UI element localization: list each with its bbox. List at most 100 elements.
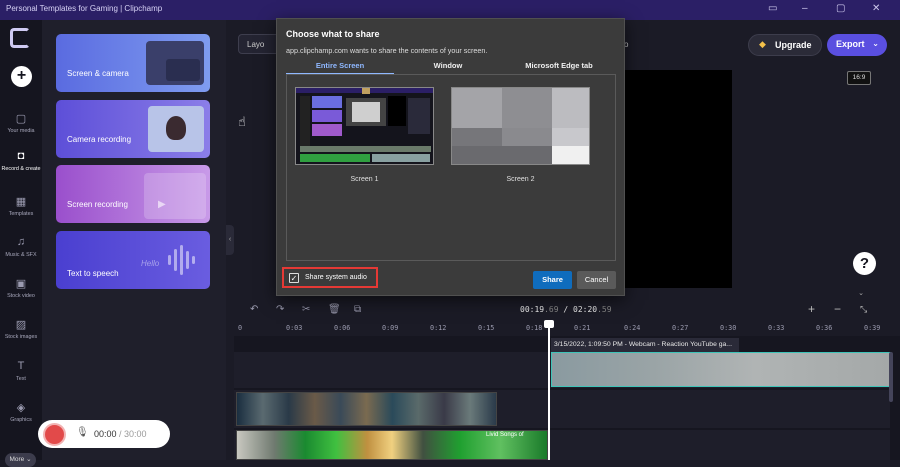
timeline-toolbar: ↶ ↷ ✂ 🗑 ⧉ 00:19.69 / 02:20.59 + − ⤡	[234, 300, 900, 320]
screen-1-label: Screen 1	[350, 176, 379, 183]
chevron-down-icon: ⌄	[872, 39, 879, 48]
close-icon[interactable]: ✕	[872, 3, 880, 14]
diamond-icon: ◆	[759, 39, 766, 49]
nav-item-graphics[interactable]: ◈ Graphics	[0, 401, 42, 423]
clipchamp-logo-icon[interactable]	[10, 28, 30, 48]
ruler-tick: 0:30	[720, 324, 737, 332]
nav-item-your-media[interactable]: ▢ Your media	[0, 112, 42, 134]
record-icon: ◘	[17, 150, 25, 162]
text-icon: T	[17, 360, 25, 372]
duplicate-icon[interactable]: ⧉	[354, 304, 361, 315]
picture-in-picture-icon[interactable]: ▭	[768, 3, 777, 14]
cancel-button[interactable]: Cancel	[577, 271, 616, 289]
nav-label: Record & create	[1, 166, 41, 172]
camera-preview-box	[166, 59, 200, 81]
recorder-bar: 🎙 00:00 / 30:00	[38, 420, 170, 448]
screen-list: Screen 1 Screen 2	[286, 75, 616, 261]
dialog-subtitle: app.clipchamp.com wants to share the con…	[286, 46, 488, 55]
nav-label: Stock video	[7, 293, 35, 299]
ruler-tick: 0:33	[768, 324, 785, 332]
screen-1-preview	[296, 88, 433, 164]
stock-video-icon: ▣	[15, 278, 27, 290]
screen-2-preview	[452, 88, 589, 164]
stock-images-icon: ▨	[15, 319, 27, 331]
nav-label: Music & SFX	[5, 252, 37, 258]
ruler-tick: 0:06	[334, 324, 351, 332]
tab-entire-screen[interactable]: Entire Screen	[286, 59, 394, 75]
nav-item-record-create[interactable]: ◘ Record & create	[0, 150, 42, 172]
maximize-icon[interactable]: ▢	[836, 3, 845, 14]
soundwave-icon	[168, 245, 204, 275]
ruler-tick: 0:03	[286, 324, 303, 332]
card-label: Screen & camera	[67, 69, 129, 78]
music-icon: ♫	[16, 236, 26, 248]
minimize-icon[interactable]: –	[802, 3, 808, 14]
screen-1-thumbnail[interactable]	[295, 87, 434, 165]
share-screen-dialog: Choose what to share app.clipchamp.com w…	[276, 18, 625, 296]
camera-person-thumbnail	[148, 106, 204, 152]
nav-item-text[interactable]: T Text	[0, 360, 42, 382]
nav-item-stock-images[interactable]: ▨ Stock images	[0, 318, 42, 340]
split-icon[interactable]: ✂	[302, 304, 310, 315]
screen-camera-card[interactable]: Screen & camera	[56, 34, 210, 92]
export-button[interactable]: Export ⌄	[827, 34, 887, 56]
more-button[interactable]: More ⌄	[5, 453, 36, 467]
share-button[interactable]: Share	[533, 271, 572, 289]
screen-camera-thumbnail	[146, 41, 204, 85]
dialog-title: Choose what to share	[286, 29, 380, 39]
webcam-clip[interactable]	[551, 352, 891, 387]
timeline-scrollbar[interactable]	[889, 352, 893, 402]
mouse-cursor-icon: ☝	[238, 114, 246, 129]
playhead[interactable]	[548, 322, 550, 460]
ruler-tick: 0:09	[382, 324, 399, 332]
add-media-button[interactable]: +	[11, 66, 32, 87]
recording-time: 00:00 / 30:00	[94, 429, 147, 439]
webcam-clip-label: 3/15/2022, 1:09:50 PM - Webcam - Reactio…	[551, 338, 739, 352]
text-to-speech-card[interactable]: Hello Text to speech	[56, 231, 210, 289]
share-audio-row: ✓ Share system audio	[282, 267, 378, 288]
ruler-tick: 0:27	[672, 324, 689, 332]
timeline-time: 00:19.69 / 02:20.59	[520, 305, 612, 314]
video-preview	[624, 70, 732, 288]
undo-icon[interactable]: ↶	[250, 304, 258, 315]
collapse-panel-button[interactable]: ‹	[226, 225, 234, 255]
ruler-tick: 0:15	[478, 324, 495, 332]
nav-item-stock-video[interactable]: ▣ Stock video	[0, 277, 42, 299]
gameplay-clip[interactable]	[236, 392, 497, 426]
delete-icon[interactable]: 🗑	[328, 304, 341, 315]
record-button[interactable]	[43, 423, 66, 446]
redo-icon[interactable]: ↷	[276, 304, 284, 315]
screen-2-thumbnail[interactable]	[451, 87, 590, 165]
hello-text: Hello	[141, 259, 160, 268]
tab-edge-tab[interactable]: Microsoft Edge tab	[502, 59, 616, 75]
ruler-tick: 0:36	[816, 324, 833, 332]
person-silhouette	[166, 116, 186, 140]
nav-label: Stock images	[4, 334, 38, 340]
share-audio-checkbox[interactable]: ✓	[289, 273, 299, 283]
record-create-panel: Screen & camera Camera recording ▶ Scree…	[42, 20, 226, 460]
zoom-in-icon[interactable]: +	[808, 302, 815, 316]
screen-recording-card[interactable]: ▶ Screen recording	[56, 165, 210, 223]
nav-item-music-sfx[interactable]: ♫ Music & SFX	[0, 236, 42, 258]
share-tabs: Entire Screen Window Microsoft Edge tab	[286, 59, 616, 75]
fit-timeline-icon[interactable]: ⤡	[860, 304, 867, 315]
upgrade-button[interactable]: ◆ Upgrade	[748, 34, 822, 56]
screen-recording-thumbnail: ▶	[144, 173, 206, 219]
aspect-ratio-button[interactable]: 16:9	[847, 71, 871, 85]
zoom-out-icon[interactable]: −	[834, 302, 841, 316]
camera-recording-card[interactable]: Camera recording	[56, 100, 210, 158]
microphone-icon[interactable]: 🎙	[76, 427, 89, 438]
timeline-ruler[interactable]: 0 0:03 0:06 0:09 0:12 0:15 0:18 0:21 0:2…	[234, 320, 900, 336]
card-label: Text to speech	[67, 269, 119, 278]
window-title: Personal Templates for Gaming | Clipcham…	[6, 4, 163, 13]
clip-overlay-text: Livid Songs of	[486, 432, 524, 438]
tab-window[interactable]: Window	[394, 59, 502, 75]
ruler-tick: 0:18	[526, 324, 543, 332]
help-button[interactable]: ?	[853, 252, 876, 275]
card-label: Camera recording	[67, 135, 132, 144]
chevron-down-icon[interactable]: ⌄	[853, 289, 869, 299]
card-label: Screen recording	[67, 200, 128, 209]
nav-item-templates[interactable]: ▦ Templates	[0, 195, 42, 217]
nav-label: Your media	[7, 128, 35, 134]
share-audio-label: Share system audio	[305, 274, 367, 281]
